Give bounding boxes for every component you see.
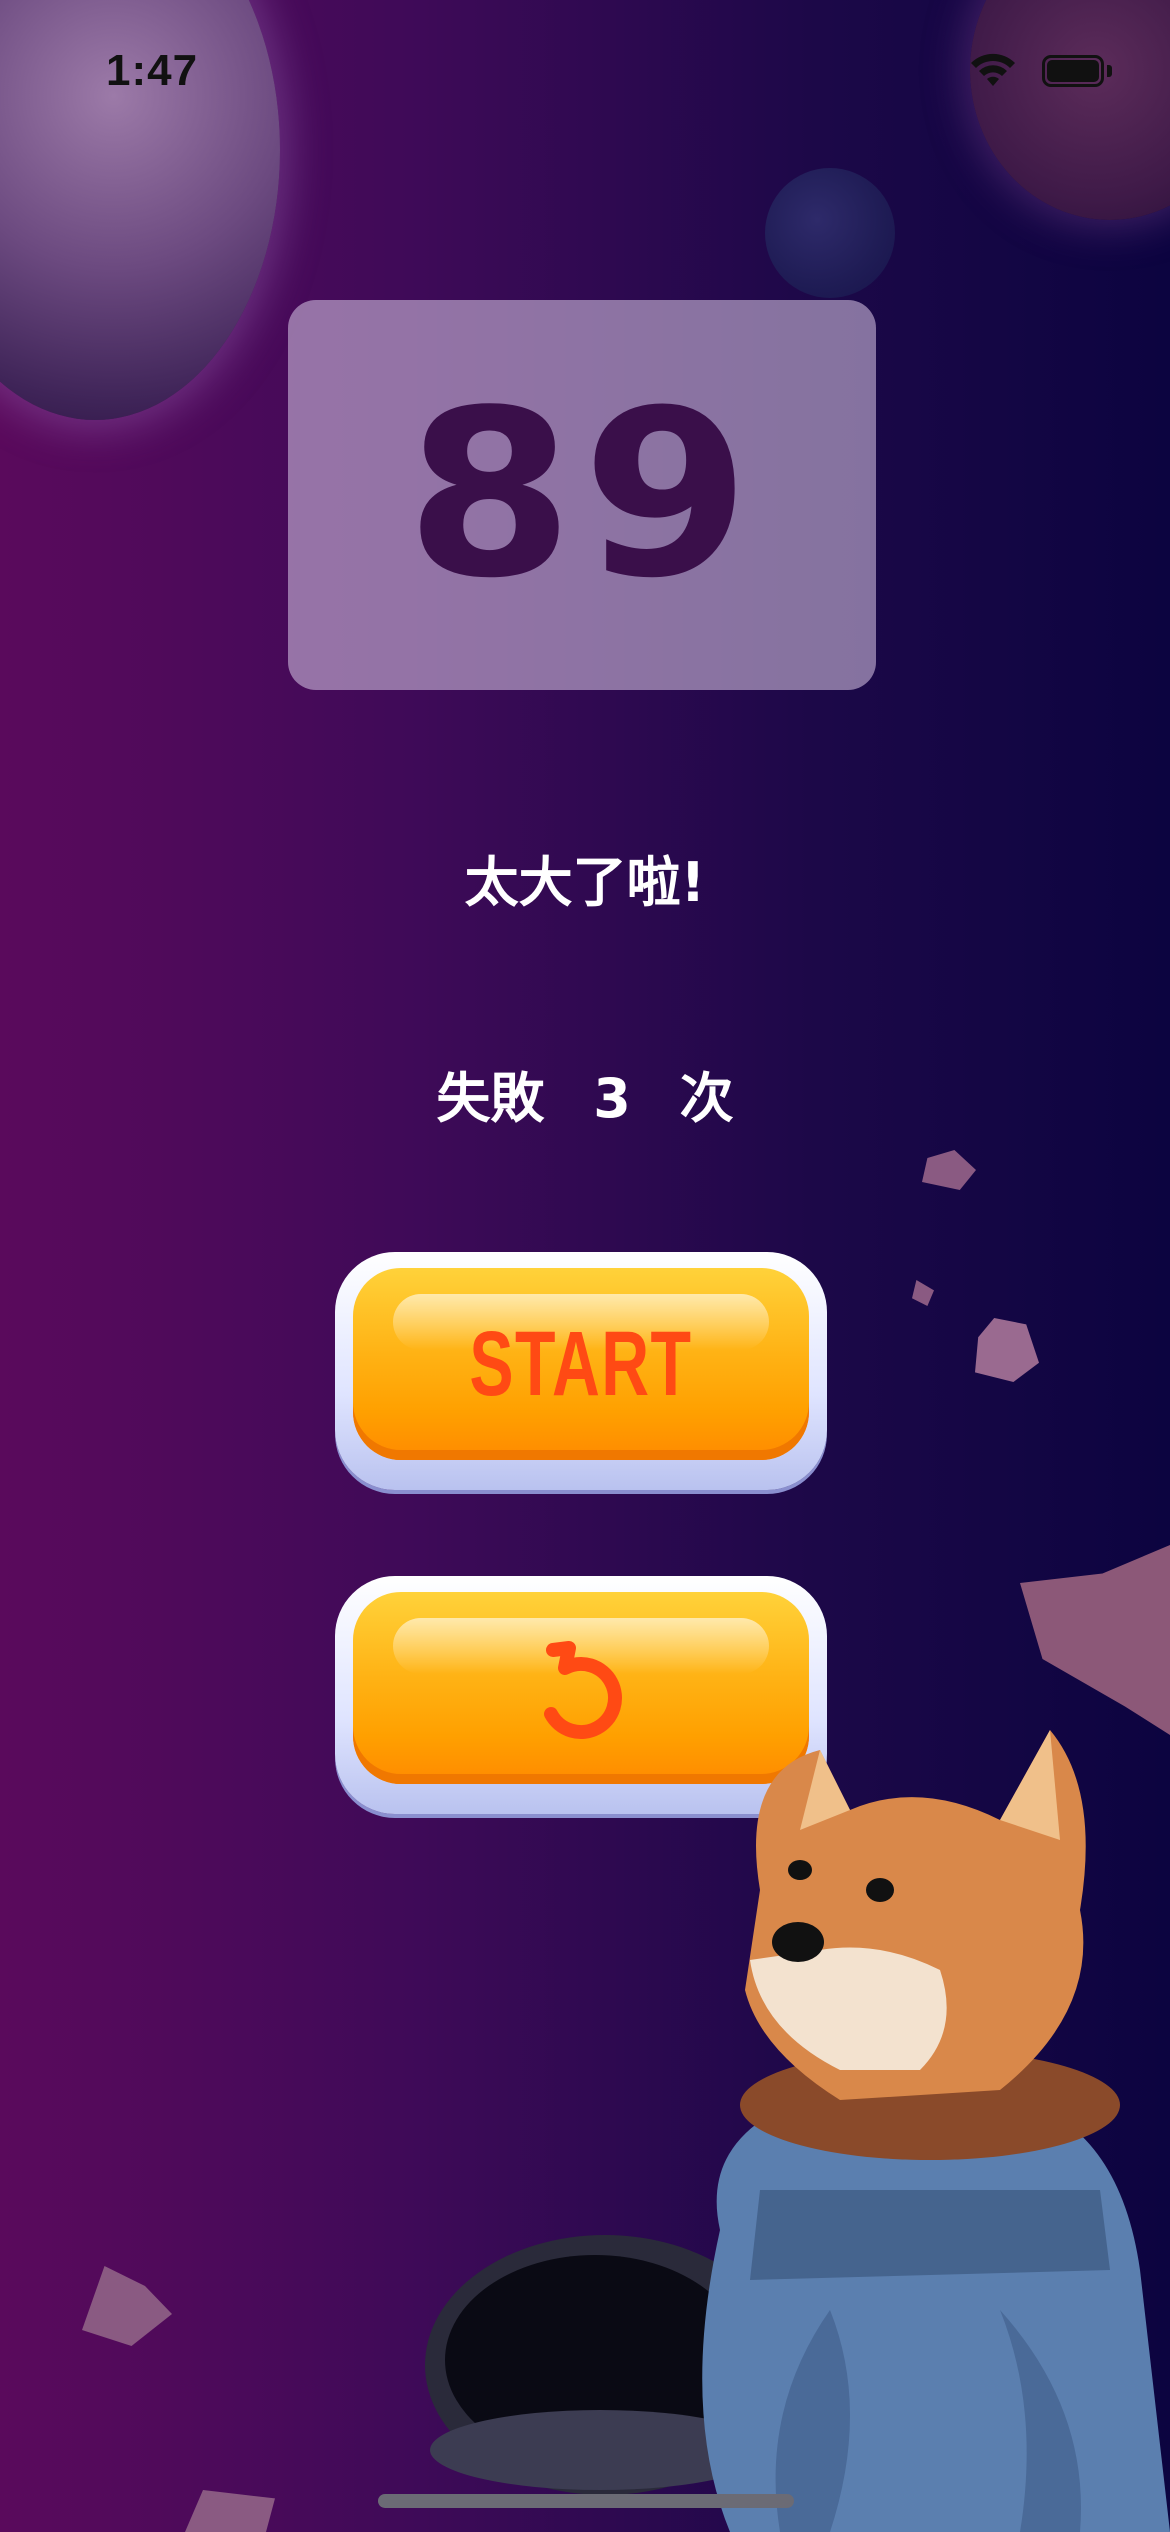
fail-counter: 失敗 3 次 <box>0 1054 1170 1133</box>
status-time: 1:47 <box>106 46 199 95</box>
battery-icon <box>1042 55 1112 87</box>
guess-number: 89 <box>405 361 759 629</box>
rock-decoration <box>82 2266 172 2346</box>
rock-decoration <box>185 2490 275 2532</box>
start-label: START <box>469 1312 693 1415</box>
wifi-icon <box>971 53 1015 86</box>
status-icons <box>966 52 1112 90</box>
rock-decoration <box>912 1280 934 1306</box>
rock-decoration <box>1020 1545 1170 1735</box>
hint-message: 太大了啦! <box>464 851 706 914</box>
start-button-face: START <box>353 1268 809 1460</box>
start-button[interactable]: START <box>335 1252 827 1490</box>
rock-decoration <box>975 1318 1039 1382</box>
game-screen: 1:47 89 太大了啦! 失敗 3 次 START <box>0 0 1170 2532</box>
moon-decoration <box>765 168 895 298</box>
score-card: 89 <box>288 300 876 690</box>
fail-unit: 次 <box>679 1067 734 1130</box>
fail-label: 失敗 <box>436 1067 545 1130</box>
rock-decoration <box>922 1150 976 1190</box>
planet-decoration-right <box>970 0 1170 220</box>
fail-count: 3 <box>593 1067 631 1130</box>
home-indicator[interactable] <box>378 2494 794 2508</box>
doge-astronaut-image <box>425 1730 1170 2532</box>
